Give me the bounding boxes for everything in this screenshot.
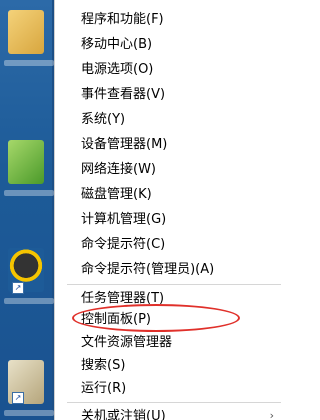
menu-item-disk-management[interactable]: 磁盘管理(K) <box>81 184 152 206</box>
menu-item-power-options[interactable]: 电源选项(O) <box>81 59 153 81</box>
screen: ↗ ↗ 程序和功能(F) 移动中心(B) 电源选项(O) 事件查看器(V) 系统… <box>0 0 288 420</box>
chevron-right-icon: › <box>269 409 274 420</box>
menu-item-control-panel[interactable]: 控制面板(P) <box>81 309 151 331</box>
desktop: ↗ ↗ <box>0 0 54 420</box>
menu-item-programs-features[interactable]: 程序和功能(F) <box>81 9 164 31</box>
menu-item-command-prompt-admin[interactable]: 命令提示符(管理员)(A) <box>81 259 214 281</box>
menu-separator <box>67 284 281 285</box>
menu-item-network-connections[interactable]: 网络连接(W) <box>81 159 156 181</box>
menu-item-device-manager[interactable]: 设备管理器(M) <box>81 134 167 156</box>
menu-separator <box>67 402 281 403</box>
menu-item-computer-management[interactable]: 计算机管理(G) <box>81 209 166 231</box>
menu-item-system[interactable]: 系统(Y) <box>81 109 125 131</box>
menu-item-event-viewer[interactable]: 事件查看器(V) <box>81 84 165 106</box>
shortcut-arrow-icon: ↗ <box>12 282 24 294</box>
menu-item-run[interactable]: 运行(R) <box>81 378 126 400</box>
shortcut-arrow-icon: ↗ <box>12 392 24 404</box>
app-green-icon[interactable] <box>4 140 54 196</box>
menu-item-search[interactable]: 搜索(S) <box>81 355 125 377</box>
folder-user-icon[interactable] <box>4 10 54 66</box>
menu-item-command-prompt[interactable]: 命令提示符(C) <box>81 234 165 256</box>
menu-item-shutdown[interactable]: 关机或注销(U) <box>81 406 166 420</box>
menu-item-task-manager[interactable]: 任务管理器(T) <box>81 288 164 310</box>
menu-item-mobility-center[interactable]: 移动中心(B) <box>81 34 152 56</box>
context-menu: 程序和功能(F) 移动中心(B) 电源选项(O) 事件查看器(V) 系统(Y) … <box>54 0 288 420</box>
menu-item-file-explorer[interactable]: 文件资源管理器 <box>81 332 172 354</box>
